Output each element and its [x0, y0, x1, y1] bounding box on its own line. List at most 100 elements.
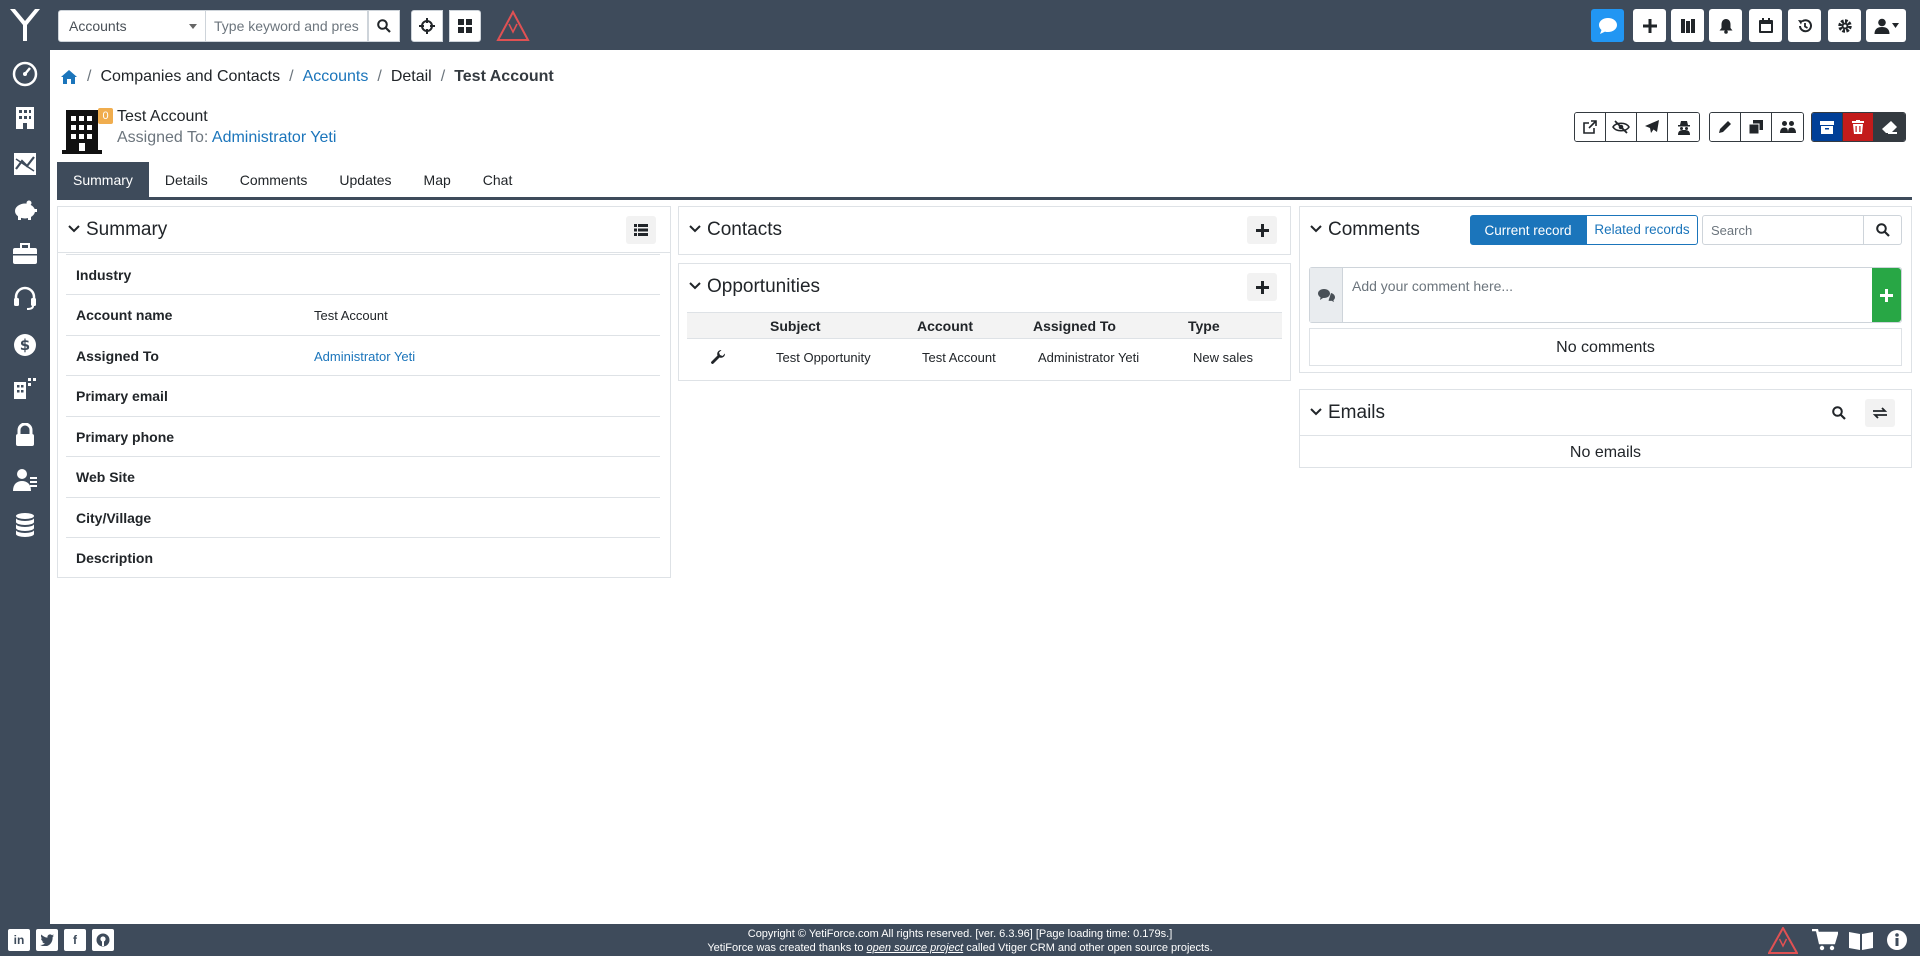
record-title: Test Account	[117, 108, 208, 125]
yetiforce-logo[interactable]	[0, 0, 50, 50]
tab-map[interactable]: Map	[408, 162, 467, 198]
quick-create-button[interactable]	[1633, 9, 1666, 42]
sidebar-item-companies[interactable]	[0, 368, 50, 408]
sidebar-item-finances[interactable]: $	[0, 325, 50, 365]
emails-search-button[interactable]	[1824, 399, 1854, 427]
footer-warning-icon[interactable]	[1768, 927, 1798, 954]
privacy-button[interactable]	[1668, 113, 1699, 141]
advanced-search-button[interactable]	[411, 10, 443, 42]
send-button[interactable]	[1637, 113, 1668, 141]
user-secret-icon	[1677, 120, 1690, 135]
user-menu-button[interactable]	[1866, 9, 1906, 42]
add-contact-button[interactable]	[1247, 216, 1277, 244]
module-select[interactable]: Accounts	[58, 10, 206, 42]
column-header-subject[interactable]: Subject	[770, 318, 821, 334]
sidebar-item-projects[interactable]	[0, 234, 50, 274]
database-icon	[16, 513, 34, 537]
tab-chat[interactable]: Chat	[467, 162, 529, 198]
open-external-button[interactable]	[1575, 113, 1606, 141]
global-search-input[interactable]	[206, 10, 368, 42]
breadcrumb-accounts-link[interactable]: Accounts	[303, 68, 369, 86]
record-assigned-label: Assigned To:	[117, 129, 209, 146]
table-row[interactable]: Test Opportunity Test Account Administra…	[687, 339, 1282, 376]
calendar-icon	[1758, 18, 1773, 33]
column-header-account[interactable]: Account	[917, 318, 973, 334]
contacts-panel-header[interactable]: Contacts	[679, 207, 1290, 253]
crosshair-icon	[419, 18, 435, 34]
merge-button[interactable]	[1772, 113, 1803, 141]
tab-updates[interactable]: Updates	[323, 162, 407, 198]
sidebar-item-sales[interactable]	[0, 190, 50, 230]
opportunities-panel: Opportunities Subject Account Assigned T…	[678, 263, 1291, 381]
field-row-industry: Industry	[66, 254, 660, 294]
lock-icon	[16, 423, 34, 446]
emails-sync-button[interactable]	[1865, 399, 1895, 427]
emails-panel: Emails No emails	[1299, 389, 1912, 468]
add-opportunity-button[interactable]	[1247, 273, 1277, 301]
sidebar: $	[0, 50, 50, 924]
breadcrumb-record: Test Account	[454, 68, 554, 85]
sidebar-item-security[interactable]	[0, 415, 50, 455]
search-button[interactable]	[368, 10, 400, 42]
wrench-icon[interactable]	[711, 350, 726, 365]
info-icon[interactable]	[1886, 929, 1908, 951]
field-value-link[interactable]: Administrator Yeti	[314, 349, 415, 364]
tab-comments[interactable]: Comments	[224, 162, 324, 198]
sidebar-item-accounts[interactable]	[0, 98, 50, 138]
current-record-toggle[interactable]: Current record	[1470, 215, 1586, 245]
record-actions-group-1	[1574, 112, 1700, 142]
quick-menu-button[interactable]	[449, 10, 481, 42]
sidebar-item-marketing[interactable]	[0, 144, 50, 184]
field-label: Account name	[76, 307, 173, 323]
pencil-icon	[1719, 121, 1731, 133]
sidebar-item-support[interactable]	[0, 278, 50, 318]
breadcrumb-separator: /	[87, 68, 92, 85]
notifications-button[interactable]	[1709, 9, 1742, 42]
chat-button[interactable]	[1591, 9, 1624, 42]
record-actions-group-3	[1811, 112, 1906, 142]
tab-details[interactable]: Details	[149, 162, 224, 198]
gear-icon	[1837, 18, 1852, 33]
field-row-web-site: Web Site	[66, 456, 660, 496]
books-icon	[1680, 18, 1695, 33]
summary-panel-header[interactable]: Summary	[58, 207, 670, 253]
field-value[interactable]: Test Account	[314, 308, 388, 323]
comment-textarea[interactable]	[1344, 268, 1872, 322]
system-warning-icon[interactable]	[496, 10, 530, 42]
search-icon	[1832, 406, 1846, 420]
clear-button[interactable]	[1874, 113, 1905, 141]
sidebar-item-hr[interactable]	[0, 460, 50, 500]
comments-search-input[interactable]	[1702, 215, 1864, 245]
tab-summary[interactable]: Summary	[57, 162, 149, 198]
home-icon[interactable]	[60, 69, 78, 85]
shopping-cart-icon[interactable]	[1812, 929, 1838, 951]
summary-list-button[interactable]	[626, 216, 656, 244]
add-comment-button[interactable]	[1872, 268, 1901, 322]
open-source-link[interactable]: open source project	[867, 942, 964, 954]
column-header-assigned-to[interactable]: Assigned To	[1033, 318, 1116, 334]
edit-button[interactable]	[1710, 113, 1741, 141]
sidebar-item-home[interactable]	[0, 54, 50, 94]
calendar-button[interactable]	[1749, 9, 1782, 42]
chat-bubble-icon	[1598, 17, 1617, 34]
opportunity-assigned: Administrator Yeti	[1038, 350, 1140, 365]
field-label: Primary phone	[76, 429, 175, 445]
grid-icon	[458, 19, 472, 33]
record-assigned-link[interactable]: Administrator Yeti	[212, 129, 337, 146]
opportunities-panel-header[interactable]: Opportunities	[679, 264, 1290, 310]
archive-button[interactable]	[1812, 113, 1843, 141]
column-header-type[interactable]: Type	[1188, 318, 1220, 334]
knowledge-base-button[interactable]	[1671, 9, 1704, 42]
settings-button[interactable]	[1828, 9, 1861, 42]
related-records-toggle[interactable]: Related records	[1586, 215, 1698, 245]
history-button[interactable]	[1788, 9, 1821, 42]
unwatch-button[interactable]	[1606, 113, 1637, 141]
contacts-title: Contacts	[707, 219, 782, 240]
duplicate-button[interactable]	[1741, 113, 1772, 141]
comments-search-button[interactable]	[1864, 215, 1902, 245]
sidebar-item-database[interactable]	[0, 505, 50, 545]
delete-button[interactable]	[1843, 113, 1874, 141]
book-icon[interactable]	[1848, 930, 1874, 950]
emails-panel-header[interactable]: Emails	[1300, 390, 1911, 436]
plus-icon	[1255, 223, 1269, 237]
